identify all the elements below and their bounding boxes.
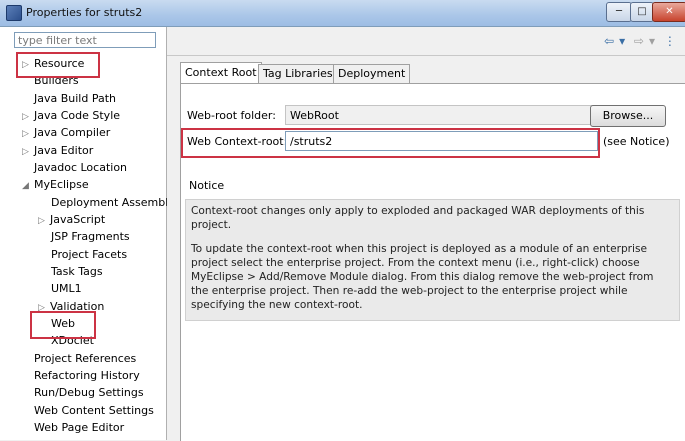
tree-item-label: Refactoring History	[34, 369, 140, 382]
highlight-box-web	[30, 311, 96, 339]
window-title: Properties for struts2	[26, 6, 143, 19]
notice-paragraph-2: To update the context-root when this pro…	[191, 243, 654, 311]
nav-toolbar: ⇦ ▾ ⇨ ▾ ⋮	[604, 34, 681, 48]
tree-item-label: Project Facets	[51, 248, 128, 261]
tree-item-label: JSP Fragments	[51, 230, 130, 243]
filter-input[interactable]	[14, 32, 156, 48]
tree-item-label: Deployment Assembl	[51, 196, 169, 209]
expand-arrow-icon[interactable]: ▷	[38, 213, 50, 230]
tree-item-label: Java Editor	[34, 144, 94, 157]
close-button[interactable]: ✕	[652, 2, 685, 22]
tree-item-label: Java Build Path	[34, 92, 117, 105]
app-icon	[6, 5, 22, 21]
view-menu-icon[interactable]: ⋮	[664, 34, 676, 48]
notice-box: Context-root changes only apply to explo…	[185, 199, 680, 321]
tree-item-project-facets[interactable]: Project Facets	[51, 246, 127, 263]
main-panel: ⇦ ▾ ⇨ ▾ ⋮ Context Root Tag Libraries Deplo…	[167, 27, 685, 441]
webroot-folder-field: WebRoot	[285, 105, 598, 125]
tree-item-javascript[interactable]: ▷ JavaScript	[38, 211, 105, 228]
forward-arrow-icon[interactable]: ⇨	[634, 34, 644, 48]
tab-context-root[interactable]: Context Root	[180, 62, 262, 83]
highlight-box-context-root	[181, 128, 600, 158]
tree-item-javadoc-location[interactable]: Javadoc Location	[34, 159, 127, 176]
tree-item-jsp-fragments[interactable]: JSP Fragments	[51, 228, 130, 245]
tree-item-java-editor[interactable]: ▷ Java Editor	[22, 142, 93, 159]
highlight-box-resource	[16, 52, 100, 78]
browse-button[interactable]: Browse...	[590, 105, 666, 127]
tree-item-label: Javadoc Location	[34, 161, 128, 174]
tree-item-project-references[interactable]: Project References	[34, 350, 136, 367]
webroot-folder-label: Web-root folder:	[187, 109, 276, 122]
tree-item-label: Web Content Settings	[34, 404, 154, 417]
notice-paragraph-1: Context-root changes only apply to explo…	[191, 205, 645, 231]
see-notice-label: (see Notice)	[603, 135, 670, 148]
divider	[167, 55, 685, 56]
tree-item-label: Run/Debug Settings	[34, 386, 144, 399]
tree-item-java-code-style[interactable]: ▷ Java Code Style	[22, 107, 120, 124]
tree-item-label: Java Code Style	[34, 109, 121, 122]
back-arrow-icon[interactable]: ⇦	[604, 34, 614, 48]
maximize-button[interactable]: □	[630, 2, 654, 22]
tab-tag-libraries[interactable]: Tag Libraries	[258, 64, 338, 83]
tree-item-label: MyEclipse	[34, 178, 89, 191]
tree-item-label: Project References	[34, 352, 137, 365]
title-bar: Properties for struts2 ─ □ ✕	[0, 0, 685, 27]
tree-item-label: JavaScript	[50, 213, 106, 226]
tree-item-java-compiler[interactable]: ▷ Java Compiler	[22, 124, 110, 141]
tree-item-web-content-settings[interactable]: Web Content Settings	[34, 402, 154, 419]
tree-item-label: Web Page Editor	[34, 421, 125, 434]
collapse-arrow-icon[interactable]: ◢	[22, 178, 34, 195]
tree-item-label: UML1	[51, 282, 82, 295]
expand-arrow-icon[interactable]: ▷	[22, 144, 34, 161]
forward-dropdown-icon[interactable]: ▾	[649, 34, 655, 48]
tree-item-uml1[interactable]: UML1	[51, 280, 82, 297]
sidebar: ▷Resource Builders Java Build Path ▷Java…	[0, 27, 168, 440]
tree-item-run-debug-settings[interactable]: Run/Debug Settings	[34, 384, 144, 401]
tree-item-web-page-editor[interactable]: Web Page Editor	[34, 419, 124, 436]
notice-heading: Notice	[189, 179, 225, 192]
tree-item-label: Task Tags	[51, 265, 103, 278]
tree-item-deployment-assembly[interactable]: Deployment Assembl	[51, 194, 168, 211]
tree-item-java-build-path[interactable]: Java Build Path	[34, 90, 116, 107]
back-dropdown-icon[interactable]: ▾	[619, 34, 625, 48]
tree-item-myeclipse[interactable]: ◢ MyEclipse	[22, 176, 89, 193]
tree-item-task-tags[interactable]: Task Tags	[51, 263, 103, 280]
tree-item-label: Java Compiler	[34, 126, 111, 139]
tree-item-refactoring-history[interactable]: Refactoring History	[34, 367, 140, 384]
minimize-button[interactable]: ─	[606, 2, 632, 22]
tab-deployment[interactable]: Deployment	[333, 64, 411, 83]
expand-arrow-icon[interactable]: ▷	[22, 126, 34, 143]
